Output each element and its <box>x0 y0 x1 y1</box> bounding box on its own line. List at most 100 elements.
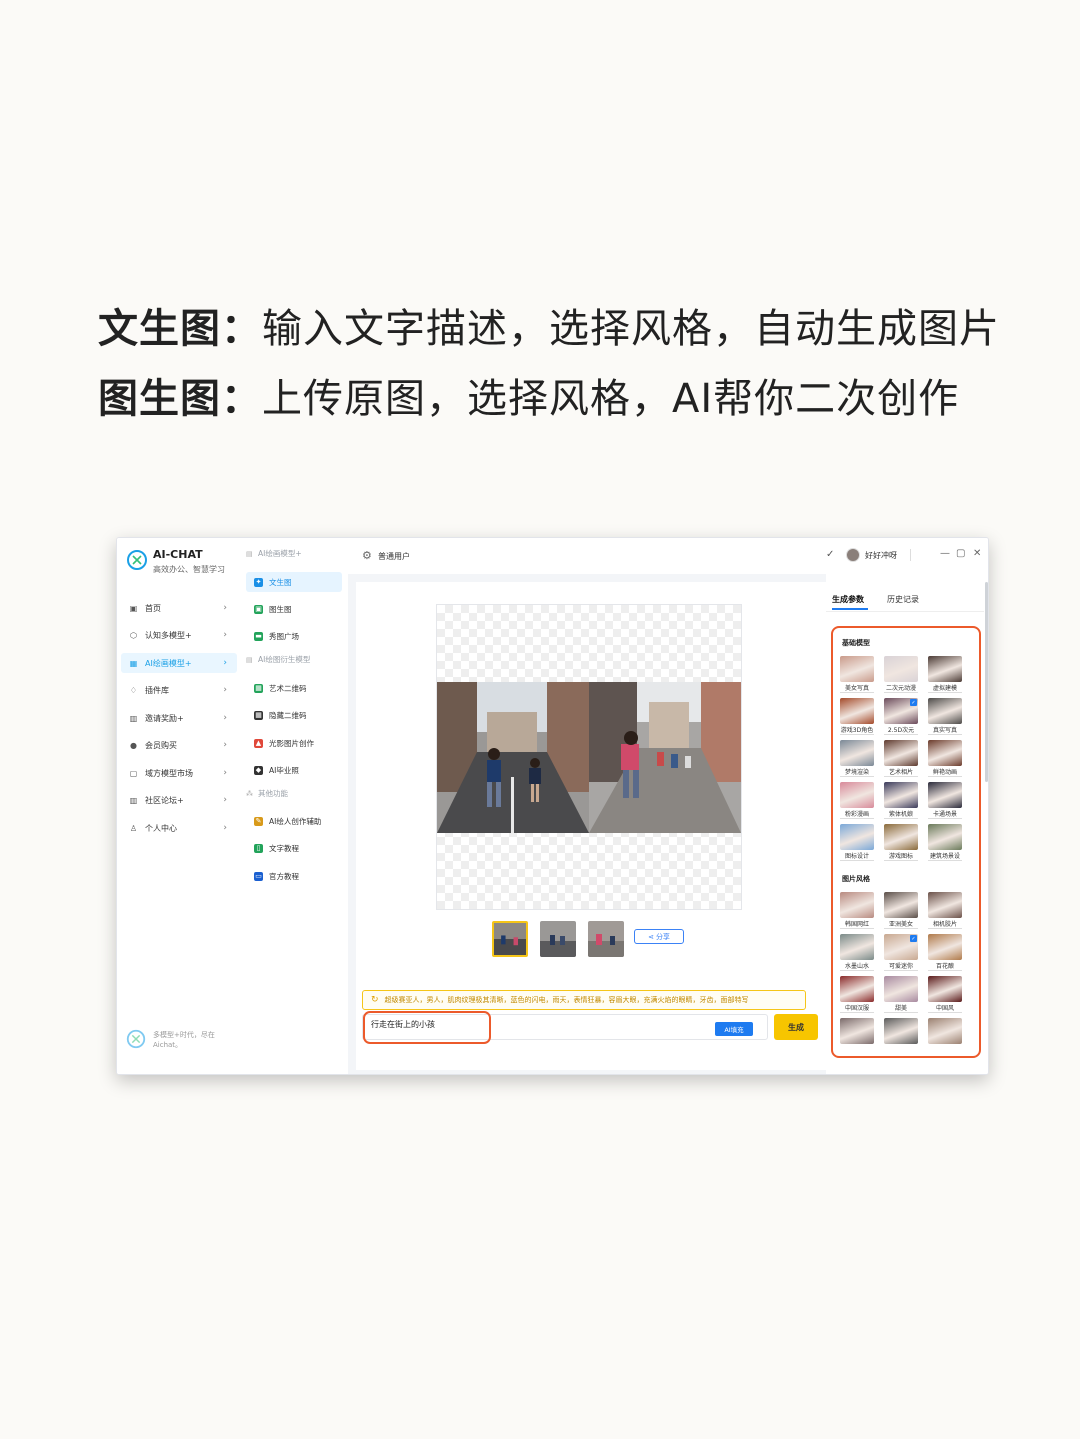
style-option[interactable]: 游戏图标 <box>884 824 918 861</box>
subnav-item-graduation-photo[interactable]: ◆ AI毕业照 <box>246 760 342 780</box>
thumbnail-3[interactable] <box>588 921 624 957</box>
subnav-item-light-shadow[interactable]: ▲ 光影图片创作 <box>246 733 342 753</box>
style-thumbnail <box>928 976 962 1002</box>
sidebar-item-models[interactable]: ⬡ 认知多模型+ › <box>121 625 237 645</box>
maximize-icon[interactable]: ▢ <box>956 548 965 559</box>
sidebar-item-forum[interactable]: ▥ 社区论坛+ › <box>121 790 237 810</box>
style-option[interactable]: 粉彩漫画 <box>840 782 874 819</box>
style-option[interactable]: 鲜艳动画 <box>928 740 962 777</box>
prompt-suggestion[interactable]: ↻ 超级赛亚人，男人，肌肉纹理极其清晰，蓝色的闪电，雨天，表情狂暴，容眉大眼，充满… <box>362 990 806 1010</box>
style-option[interactable]: 亚洲美女 <box>884 892 918 929</box>
style-label: 中国汉服 <box>840 1003 874 1013</box>
style-option[interactable] <box>840 1018 874 1044</box>
subnav-item-text-tutorial[interactable]: ▯ 文字教程 <box>246 838 342 858</box>
gear-icon[interactable]: ⚙ <box>362 549 372 562</box>
style-label: 紫体机娘 <box>884 809 918 819</box>
sidebar-item-label: 会员购买 <box>145 740 177 750</box>
ai-fill-button[interactable]: AI填充 <box>715 1022 753 1036</box>
close-icon[interactable]: ✕ <box>973 548 981 559</box>
style-option[interactable]: 甜美 <box>884 976 918 1013</box>
cluster-icon: ⁂ <box>246 789 253 798</box>
refresh-icon[interactable]: ↻ <box>371 995 379 1005</box>
style-option[interactable]: 相机胶片 <box>928 892 962 929</box>
share-button[interactable]: ⋖ 分享 <box>634 929 684 944</box>
sidebar-item-home[interactable]: ▣ 首页 › <box>121 598 237 618</box>
subnav-item-official-tutorial[interactable]: ▭ 官方教程 <box>246 866 342 886</box>
style-thumbnail <box>840 976 874 1002</box>
sidebar-item-ai-painting[interactable]: ▦ AI绘画模型+ › <box>121 653 237 673</box>
book-icon: ▯ <box>254 843 263 853</box>
style-option[interactable]: 二次元动漫 <box>884 656 918 693</box>
chevron-right-icon: › <box>223 768 227 778</box>
vip-icon[interactable]: ✓ <box>826 549 834 560</box>
style-option[interactable]: 韩国网红 <box>840 892 874 929</box>
style-label: 卡通场景 <box>928 809 962 819</box>
mountain-icon: ▲ <box>254 738 263 748</box>
sidebar-item-plugins[interactable]: ♢ 插件库 › <box>121 680 237 700</box>
style-option[interactable]: 游戏3D角色 <box>840 698 874 735</box>
style-option[interactable] <box>928 1018 962 1044</box>
style-thumbnail <box>840 656 874 682</box>
avatar[interactable] <box>846 548 860 562</box>
subnav-item-hidden-qrcode[interactable]: ▦ 隐藏二维码 <box>246 705 342 725</box>
style-option[interactable]: ✓ 可爱迷你 <box>884 934 918 971</box>
qrcode-icon: ▦ <box>254 683 263 693</box>
grid-icon: ▦ <box>129 658 138 668</box>
subnav-item-creation-assist[interactable]: ✎ AI绘人创作辅助 <box>246 811 342 831</box>
style-option[interactable]: ✓ 2.5D次元 <box>884 698 918 735</box>
style-thumbnail <box>928 782 962 808</box>
style-option[interactable]: 百花酿 <box>928 934 962 971</box>
generate-button[interactable]: 生成 <box>774 1014 818 1040</box>
subnav-item-image-to-image[interactable]: ▣ 图生图 <box>246 599 342 619</box>
share-label: 分享 <box>655 932 670 941</box>
minimize-icon[interactable]: — <box>940 548 950 559</box>
style-option[interactable]: 建筑场景设 <box>928 824 962 861</box>
scrollbar[interactable] <box>985 582 988 782</box>
result-image-left[interactable] <box>437 682 589 833</box>
style-option[interactable]: 艺术相片 <box>884 740 918 777</box>
subnav-item-gallery[interactable]: ▬ 秀图广场 <box>246 626 342 646</box>
style-option[interactable]: 中国风 <box>928 976 962 1013</box>
style-option[interactable]: 中国汉服 <box>840 976 874 1013</box>
style-thumbnail: ✓ <box>884 934 918 960</box>
style-label: 梦境渲染 <box>840 767 874 777</box>
style-option[interactable]: 美女写真 <box>840 656 874 693</box>
prompt-input[interactable]: 行走在街上的小孩 AI填充 <box>362 1011 768 1044</box>
username[interactable]: 好好冲呀 <box>865 550 897 561</box>
tab-history[interactable]: 历史记录 <box>887 594 919 605</box>
style-option[interactable]: 紫体机娘 <box>884 782 918 819</box>
style-thumbnail <box>928 824 962 850</box>
sidebar-item-membership[interactable]: ● 会员购买 › <box>121 735 237 755</box>
style-option[interactable] <box>884 1018 918 1044</box>
sidebar-item-profile[interactable]: ♙ 个人中心 › <box>121 818 237 838</box>
tab-generate-params[interactable]: 生成参数 <box>832 594 864 605</box>
style-thumbnail: ✓ <box>884 698 918 724</box>
graduation-cap-icon: ◆ <box>254 765 263 775</box>
style-thumbnail <box>928 934 962 960</box>
style-option[interactable]: 真实写真 <box>928 698 962 735</box>
sidebar-item-invite[interactable]: ▥ 邀请奖励+ › <box>121 708 237 728</box>
suggestion-text: 超级赛亚人，男人，肌肉纹理极其清晰，蓝色的闪电，雨天，表情狂暴，容眉大眼，充满火… <box>384 996 749 1004</box>
style-option[interactable]: 梦境渲染 <box>840 740 874 777</box>
result-image-right[interactable] <box>589 682 741 833</box>
chevron-right-icon: › <box>223 795 227 805</box>
text-image-icon: ✦ <box>254 577 263 587</box>
style-thumbnail <box>884 824 918 850</box>
style-option[interactable]: 水墨山水 <box>840 934 874 971</box>
sidebar-item-label: 首页 <box>145 603 161 613</box>
style-option[interactable]: 虚拟建模 <box>928 656 962 693</box>
gift-icon: ▥ <box>129 713 138 723</box>
active-tab-indicator <box>832 608 868 610</box>
style-thumbnail <box>840 824 874 850</box>
subnav-item-art-qrcode[interactable]: ▦ 艺术二维码 <box>246 678 342 698</box>
thumbnail-1[interactable] <box>492 921 528 957</box>
subnav-group-label: AI绘画模型+ <box>258 549 302 558</box>
style-thumbnail <box>840 934 874 960</box>
style-option[interactable]: 卡通场景 <box>928 782 962 819</box>
sidebar-item-market[interactable]: ▢ 域方模型市场 › <box>121 763 237 783</box>
thumbnail-2[interactable] <box>540 921 576 957</box>
subnav-item-text-to-image[interactable]: ✦ 文生图 <box>246 572 342 592</box>
gallery-icon: ▬ <box>254 631 263 641</box>
style-option[interactable]: 图标设计 <box>840 824 874 861</box>
style-label: 可爱迷你 <box>884 961 918 971</box>
